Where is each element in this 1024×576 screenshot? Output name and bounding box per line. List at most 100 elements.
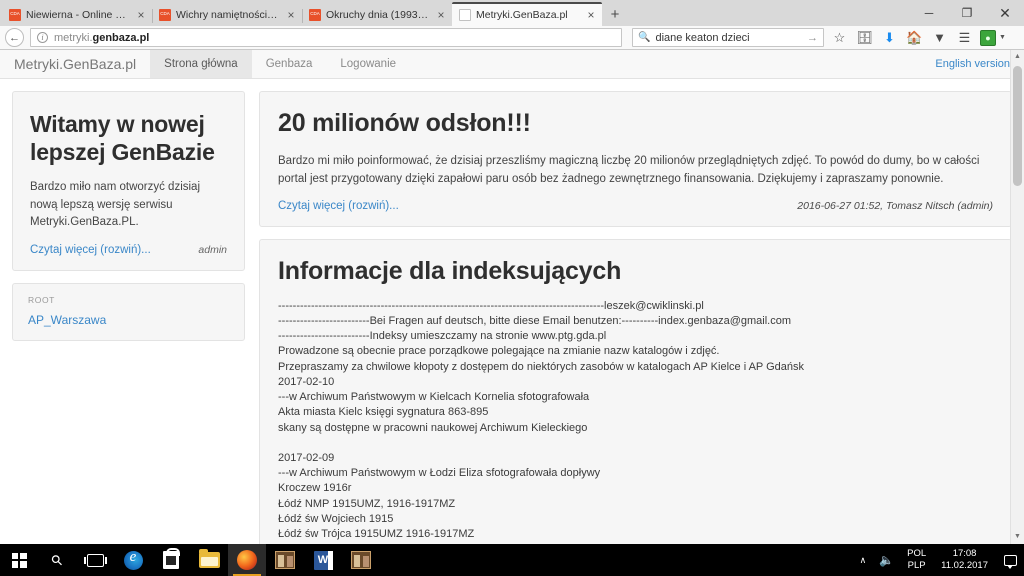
screen: Niewierna - Online 2002 L... × Wichry na… xyxy=(0,0,1024,576)
clock[interactable]: 17:08 11.02.2017 xyxy=(933,548,996,572)
firefox-button[interactable] xyxy=(228,544,266,576)
bookmark-star-icon[interactable]: ☆ xyxy=(830,28,849,47)
search-icon: 🔍 xyxy=(638,32,651,43)
article-title: 20 milionów odsłon!!! xyxy=(278,109,531,137)
tab-title: Wichry namiętności - Leg... xyxy=(176,9,279,21)
language-line-2: PLP xyxy=(907,560,926,571)
article-footer: Czytaj więcej (rozwiń)... 2016-06-27 01:… xyxy=(278,200,993,212)
store-icon xyxy=(163,548,180,569)
welcome-author: admin xyxy=(198,243,227,256)
site-brand[interactable]: Metryki.GenBaza.pl xyxy=(0,50,150,78)
address-bar[interactable]: i metryki.genbaza.pl xyxy=(30,28,622,47)
photo-window-button-2[interactable] xyxy=(342,544,380,576)
task-view-icon xyxy=(83,553,107,567)
notification-icon xyxy=(1003,554,1017,569)
windows-logo-icon xyxy=(11,552,27,568)
browser-tab[interactable]: Okruchy dnia (1993) Lekto... × xyxy=(302,2,452,26)
home-icon[interactable]: 🏠 xyxy=(905,28,924,47)
language-line-1: POL xyxy=(907,548,927,559)
start-button[interactable] xyxy=(0,544,38,576)
file-explorer-button[interactable] xyxy=(190,544,228,576)
chevron-down-icon[interactable]: ▼ xyxy=(999,34,1006,41)
english-version-link[interactable]: English version xyxy=(921,50,1024,78)
window-controls: ─ ❐ ✕ xyxy=(910,0,1024,26)
article-meta: 2016-06-27 01:52, Tomasz Nitsch (admin) xyxy=(797,199,993,212)
welcome-body: Bardzo miło nam otworzyć dzisiaj nową le… xyxy=(30,181,201,229)
firefox-icon xyxy=(237,550,257,570)
photo-icon xyxy=(351,551,371,569)
nav-item-genbaza[interactable]: Genbaza xyxy=(252,50,327,78)
clock-date: 11.02.2017 xyxy=(941,560,988,571)
search-icon: ⚲ xyxy=(47,550,66,569)
page-content: Witamy w nowej lepszej GenBazie Bardzo m… xyxy=(0,79,1024,544)
downloads-icon[interactable]: ⬇ xyxy=(880,28,899,47)
library-icon[interactable]: 🗄 xyxy=(855,28,874,47)
search-button[interactable]: ⚲ xyxy=(38,544,76,576)
close-icon[interactable]: × xyxy=(434,9,448,21)
tab-title: Okruchy dnia (1993) Lekto... xyxy=(326,9,429,21)
close-window-button[interactable]: ✕ xyxy=(986,0,1024,26)
folder-icon xyxy=(198,549,220,568)
search-value: diane keaton dzieci xyxy=(655,31,750,44)
new-tab-button[interactable]: + xyxy=(602,2,628,26)
article-body: ----------------------------------------… xyxy=(278,299,805,544)
main-column: 20 milionów odsłon!!! Bardzo mi miło poi… xyxy=(259,91,1012,544)
clock-time: 17:08 xyxy=(952,548,977,559)
word-button[interactable]: W xyxy=(304,544,342,576)
article-title: Informacje dla indeksujących xyxy=(278,256,622,285)
task-view-button[interactable] xyxy=(76,544,114,576)
minimize-button[interactable]: ─ xyxy=(910,0,948,26)
nav-item-strona-glowna[interactable]: Strona główna xyxy=(150,50,252,78)
close-icon[interactable]: × xyxy=(134,9,148,21)
welcome-footer: Czytaj więcej (rozwiń)... admin xyxy=(30,244,227,256)
photo-icon xyxy=(275,551,295,569)
tab-strip: Niewierna - Online 2002 L... × Wichry na… xyxy=(0,0,1024,26)
sidebar-item-ap-warszawa[interactable]: AP_Warszawa xyxy=(28,313,229,327)
welcome-read-more-link[interactable]: Czytaj więcej (rozwiń)... xyxy=(30,244,151,256)
volume-icon[interactable]: 🔈 xyxy=(873,553,900,567)
close-icon[interactable]: × xyxy=(584,9,598,21)
scrollbar-thumb[interactable] xyxy=(1013,66,1022,186)
back-icon[interactable]: ← xyxy=(5,28,24,47)
tab-title: Niewierna - Online 2002 L... xyxy=(26,9,129,21)
cda-video-icon xyxy=(9,9,21,21)
scroll-down-icon[interactable]: ▼ xyxy=(1011,530,1024,544)
tab-title: Metryki.GenBaza.pl xyxy=(476,9,568,21)
search-go-icon[interactable]: → xyxy=(807,32,818,44)
browser-toolbar: ← i metryki.genbaza.pl 🔍 diane keaton dz… xyxy=(0,26,1024,50)
nav-item-logowanie[interactable]: Logowanie xyxy=(326,50,410,78)
browser-tab[interactable]: Wichry namiętności - Leg... × xyxy=(152,2,302,26)
extension-icon[interactable]: ● xyxy=(980,29,996,46)
restore-button[interactable]: ❐ xyxy=(948,0,986,26)
store-button[interactable] xyxy=(152,544,190,576)
firefox-window: Niewierna - Online 2002 L... × Wichry na… xyxy=(0,0,1024,544)
cda-video-icon xyxy=(309,9,321,21)
close-icon[interactable]: × xyxy=(284,9,298,21)
show-hidden-icons-icon[interactable]: ∧ xyxy=(853,555,874,566)
site-info-icon[interactable]: i xyxy=(37,32,48,43)
edge-button[interactable] xyxy=(114,544,152,576)
browser-tab-active[interactable]: Metryki.GenBaza.pl × xyxy=(452,2,602,26)
site-navbar: Metryki.GenBaza.pl Strona główna Genbaza… xyxy=(0,50,1024,79)
photo-window-button[interactable] xyxy=(266,544,304,576)
welcome-heading: Witamy w nowej lepszej GenBazie xyxy=(30,111,215,166)
notifications-button[interactable] xyxy=(996,554,1024,569)
scroll-up-icon[interactable]: ▲ xyxy=(1011,50,1024,64)
article-lead: Bardzo mi miło poinformować, że dzisiaj … xyxy=(278,155,980,185)
article-20-milionow: 20 milionów odsłon!!! Bardzo mi miło poi… xyxy=(259,91,1012,227)
browser-tab[interactable]: Niewierna - Online 2002 L... × xyxy=(2,2,152,26)
article-informacje-dla-indeksujacych: Informacje dla indeksujących -----------… xyxy=(259,238,1012,544)
document-icon xyxy=(459,9,471,21)
sidebar: Witamy w nowej lepszej GenBazie Bardzo m… xyxy=(12,91,245,544)
root-label: ROOT xyxy=(28,294,55,305)
article-read-more-link[interactable]: Czytaj więcej (rozwiń)... xyxy=(278,200,399,212)
word-icon: W xyxy=(314,550,332,570)
pocket-icon[interactable]: ▼ xyxy=(930,28,949,47)
menu-icon[interactable]: ☰ xyxy=(955,28,974,47)
search-input[interactable]: 🔍 diane keaton dzieci → xyxy=(632,28,824,47)
edge-icon xyxy=(123,549,143,570)
language-indicator[interactable]: POL PLP xyxy=(900,548,933,572)
page-scrollbar[interactable]: ▲ ▼ xyxy=(1010,50,1024,544)
url-text: metryki.genbaza.pl xyxy=(54,31,150,44)
welcome-panel: Witamy w nowej lepszej GenBazie Bardzo m… xyxy=(12,91,245,271)
